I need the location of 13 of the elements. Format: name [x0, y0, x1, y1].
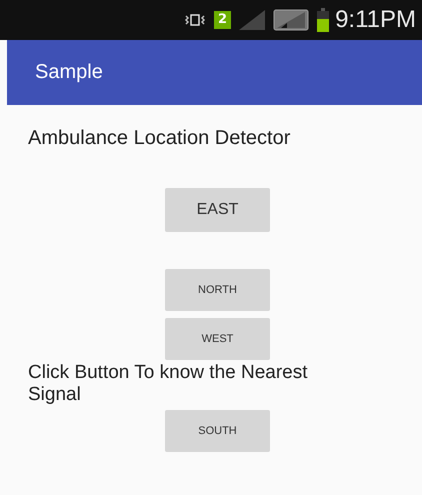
vibrate-icon [184, 13, 206, 27]
battery-icon [317, 8, 330, 32]
instruction-text: Click Button To know the Nearest Signal [28, 362, 309, 406]
wifi-signal-icon [273, 9, 310, 31]
direction-button[interactable]: SOUTH [165, 410, 270, 452]
sim-badge: 2 [214, 11, 232, 29]
direction-button[interactable]: EAST [165, 188, 270, 232]
clock-time: 9:11PM [335, 6, 416, 34]
heading-text: Ambulance Location Detector [28, 127, 290, 150]
signal-icon [239, 10, 266, 30]
app-title: Sample [35, 61, 103, 84]
direction-button[interactable]: WEST [165, 318, 270, 360]
direction-button[interactable]: NORTH [165, 269, 270, 311]
